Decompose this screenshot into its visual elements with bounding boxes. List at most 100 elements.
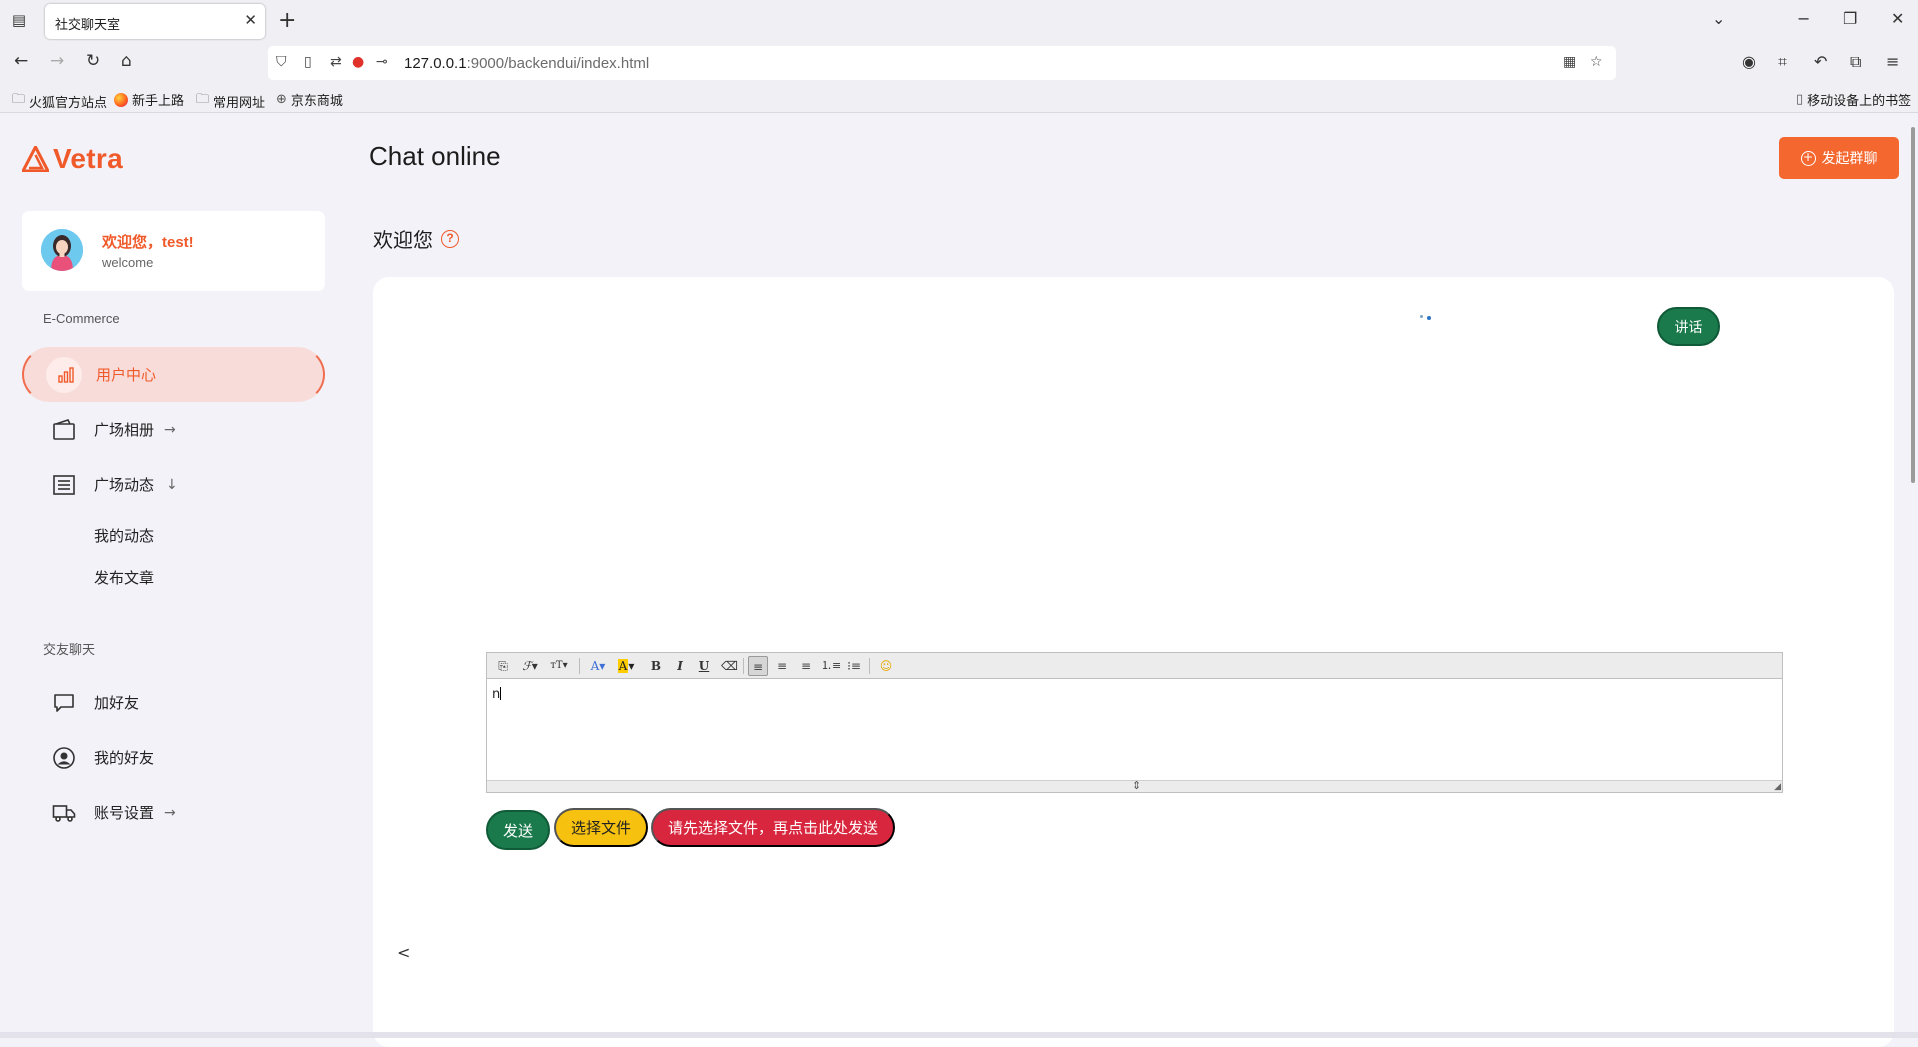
back-icon[interactable]: ← [14,51,28,71]
loading-dots-icon [1420,313,1432,321]
editor-input[interactable]: n [492,687,502,702]
nav-bar: ← → ↻ ⌂ ⛉ ▯ ⇄ ● ⊸ 127.0.0.1:9000/backend… [0,42,1918,84]
undo-icon[interactable]: ↶ [1814,52,1827,71]
tab-list-icon[interactable]: ▤ [9,10,29,30]
close-window-icon[interactable]: ✕ [1891,9,1904,28]
url-bar[interactable]: ⛉ ▯ ⇄ ● ⊸ 127.0.0.1:9000/backendui/index… [268,46,1616,80]
chevron-down-icon[interactable]: ⌄ [1712,9,1725,28]
bookmark-item[interactable]: 新手上路 [114,90,184,109]
arrow-right-icon: → [164,421,176,438]
editor-text: n [492,687,501,702]
new-tab-icon[interactable]: + [278,8,296,33]
rich-text-editor: ⎘ ℱ▾ ᴛT▾ A▾ A▾ B I U ⌫ ≡ ≡ ≡ ⒈≡ ⁝≡ ☺ n ⇕… [486,652,1783,793]
minimize-icon[interactable]: − [1797,9,1810,28]
arrow-down-icon: ↓ [166,476,178,493]
shield-icon[interactable]: ⛉ [276,54,287,70]
sidebar-item-album[interactable]: 广场相册 → [22,402,325,457]
screenshot-icon[interactable]: ⌗ [1778,52,1787,72]
sidebar-item-my-friends[interactable]: 我的好友 [22,730,325,785]
emoji-icon[interactable]: ☺ [877,656,895,676]
group-chat-label: 发起群聊 [1821,150,1878,166]
user-circle-icon [53,746,75,769]
permissions-icon[interactable]: ⇄ [330,54,342,70]
editor-status-bar: ⇕ ◢ [487,779,1782,792]
section-title-ecommerce: E-Commerce [43,311,120,326]
font-color-icon[interactable]: A▾ [587,656,609,676]
sidebar-subitem-my-feed[interactable]: 我的动态 [94,525,154,546]
ordered-list-icon[interactable]: ⒈≡ [821,656,841,676]
scroll-thumb[interactable] [1911,127,1915,483]
choose-file-button[interactable]: 选择文件 [554,808,648,847]
forward-icon[interactable]: → [50,51,64,71]
newspaper-icon [53,474,75,495]
page-bottom-strip [0,1032,1918,1038]
sidebar-item-label: 广场动态 [94,477,155,494]
align-left-icon[interactable]: ≡ [748,656,768,676]
eraser-icon[interactable]: ⌫ [721,656,738,676]
upload-send-button[interactable]: 请先选择文件，再点击此处发送 [651,808,895,847]
arrow-right-icon: → [164,804,176,821]
bookmark-item[interactable]: ⊕ 京东商城 [276,90,343,109]
logo-icon [22,146,49,172]
talk-button[interactable]: 讲话 [1657,307,1720,346]
page-icon[interactable]: ▯ [304,54,312,70]
bookmark-label: 火狐官方站点 [29,94,108,110]
url-text[interactable]: 127.0.0.1:9000/backendui/index.html [404,55,649,72]
editor-toolbar: ⎘ ℱ▾ ᴛT▾ A▾ A▾ B I U ⌫ ≡ ≡ ≡ ⒈≡ ⁝≡ ☺ [487,653,1782,679]
extensions-icon[interactable]: ⧉ [1850,52,1861,72]
group-chat-button[interactable]: + 发起群聊 [1779,137,1899,179]
bookmark-label: 京东商城 [290,93,343,108]
home-icon[interactable]: ⌂ [121,51,132,71]
align-right-icon[interactable]: ≡ [797,656,815,676]
bold-icon[interactable]: B [649,656,663,676]
chat-card: 讲话 ⎘ ℱ▾ ᴛT▾ A▾ A▾ B I U ⌫ ≡ ≡ ≡ ⒈≡ ⁝≡ ☺ [373,277,1894,1047]
italic-icon[interactable]: I [673,656,687,676]
star-icon[interactable]: ☆ [1590,54,1603,70]
logo[interactable]: Vetra [22,143,123,175]
align-center-icon[interactable]: ≡ [773,656,791,676]
font-size-icon[interactable]: ᴛT▾ [547,656,571,676]
bookmark-item[interactable]: 🗀 火狐官方站点 [12,90,107,112]
key-icon[interactable]: ⊸ [376,54,388,70]
chart-bars-icon [58,366,74,383]
microphone-icon[interactable]: ● [352,54,364,70]
logo-text: Vetra [53,143,123,174]
bookmark-item[interactable]: 🗀 常用网址 [196,90,265,112]
sidebar-item-user-center[interactable]: 用户中心 [22,347,325,402]
wallet-icon [53,418,75,440]
mobile-bookmarks[interactable]: ▯ 移动设备上的书签 [1796,90,1911,109]
prev-arrow-icon[interactable]: < [397,943,410,962]
highlight-color-icon[interactable]: A▾ [615,656,637,676]
avatar[interactable] [41,229,83,271]
font-family-icon[interactable]: ℱ▾ [519,656,541,676]
sidebar-subitem-post-article[interactable]: 发布文章 [94,567,154,588]
menu-icon[interactable]: ≡ [1886,52,1899,71]
avatar-icon [41,229,83,271]
sidebar-item-feed[interactable]: 广场动态 ↓ [22,457,325,512]
sidebar-item-account-settings[interactable]: 账号设置 → [22,785,325,840]
tab-title: 社交聊天室 [55,17,121,32]
sidebar-item-add-friend[interactable]: 加好友 [22,675,325,730]
sidebar-item-label: 账号设置 [94,805,155,822]
close-icon[interactable]: ✕ [244,11,257,29]
send-button[interactable]: 发送 [486,810,550,850]
grip-icon[interactable]: ◢ [1774,782,1781,792]
qr-code-icon[interactable]: ▦ [1563,54,1576,70]
chat-bubble-icon [54,693,74,712]
resize-handle-icon[interactable]: ⇕ [1132,779,1141,792]
welcome-subtitle: welcome [102,255,154,270]
folder-icon: 🗀 [196,92,210,107]
underline-icon[interactable]: U [697,656,711,676]
plus-circle-icon: + [1800,150,1816,166]
restore-icon[interactable]: ❐ [1843,9,1857,28]
reload-icon[interactable]: ↻ [86,51,100,71]
page-viewport: Vetra 欢迎您，test! welcome E-Commerce 用户中心 [0,112,1918,1047]
help-icon[interactable]: ? [441,229,459,248]
account-icon[interactable]: ◉ [1742,52,1756,71]
browser-tab[interactable]: 社交聊天室 ✕ [45,4,265,39]
scrollbar[interactable] [1905,113,1918,1039]
bookmark-label: 常用网址 [213,94,266,110]
unordered-list-icon[interactable]: ⁝≡ [845,656,863,676]
truck-icon [52,804,76,822]
paste-icon[interactable]: ⎘ [495,656,511,676]
